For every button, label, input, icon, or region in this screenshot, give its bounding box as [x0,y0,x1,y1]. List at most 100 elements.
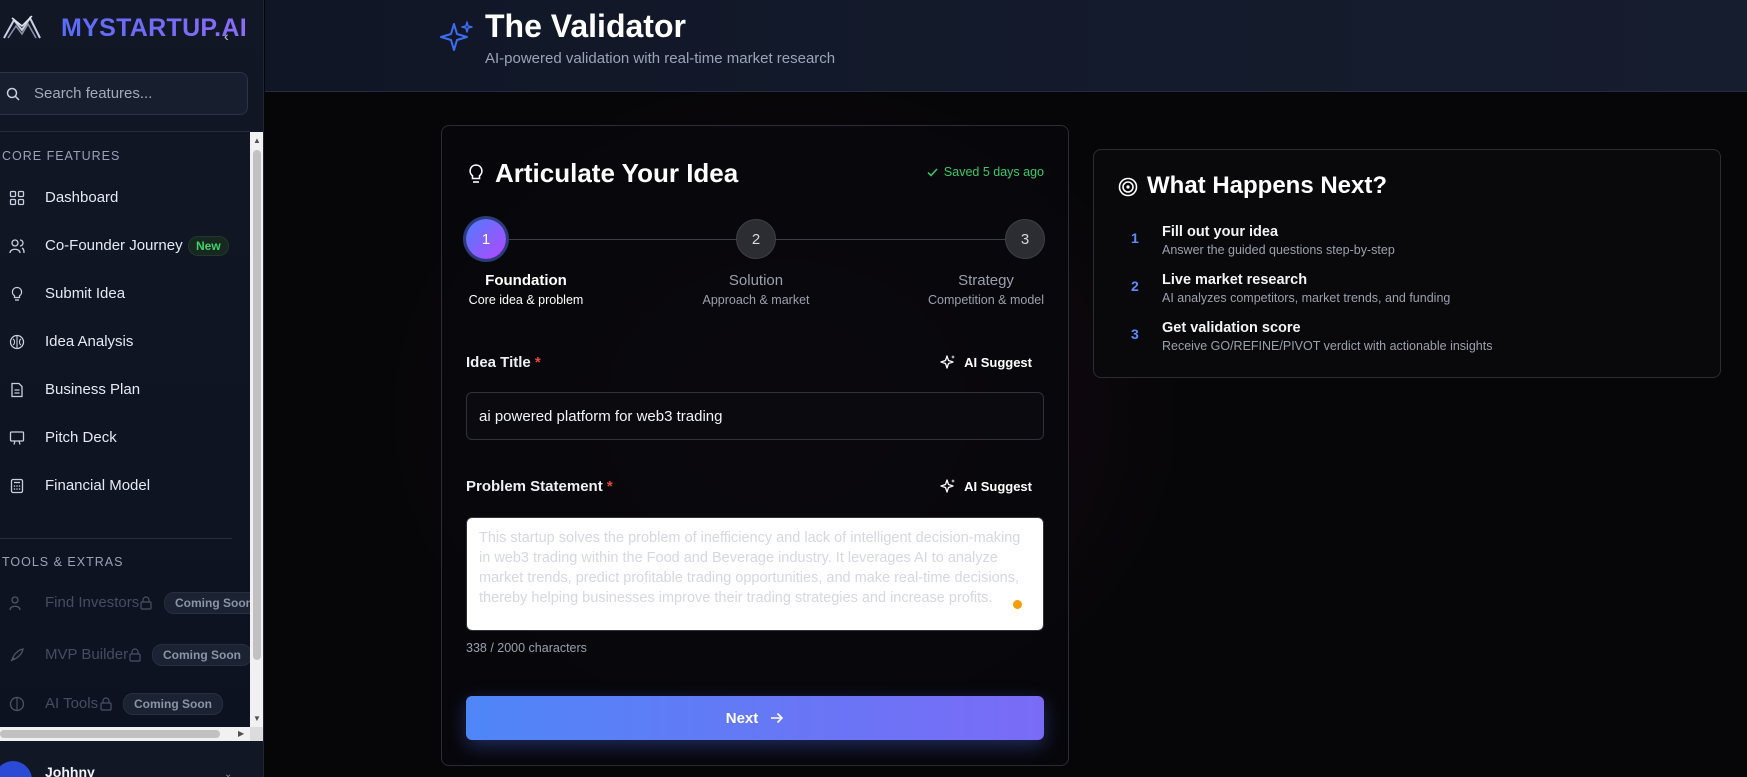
next-button-label: Next [725,709,759,727]
nav-scroll-area[interactable]: CORE FEATURES Dashboard Co-Founder Journ… [0,132,250,727]
next-button[interactable]: Next [466,696,1044,740]
step-1-desc: Core idea & problem [468,293,584,307]
required-mark: * [606,478,613,495]
lock-icon [129,648,141,662]
sidebar-item-cofounder-journey[interactable]: Co-Founder Journey New [0,226,245,266]
user-profile[interactable]: Johhny ⌄ [0,741,263,777]
search-input[interactable] [34,73,234,114]
step-3-name: Strategy [958,272,1014,289]
user-name: Johhny [45,764,95,777]
ai-suggest-problem-button[interactable]: AI Suggest [928,473,1044,499]
sidebar-item-business-plan[interactable]: Business Plan [0,370,245,410]
sidebar-item-label: Financial Model [45,477,151,494]
scrollbar-thumb[interactable] [0,730,220,738]
lock-icon [100,697,112,711]
scrollbar-corner [250,727,263,741]
sidebar-item-label: Business Plan [45,381,141,398]
sparkle-icon [440,21,473,51]
idea-form-card: Articulate Your Idea Saved 5 days ago 1 … [441,125,1069,766]
scroll-down-arrow-icon[interactable]: ▼ [253,714,261,723]
target-icon [1118,177,1138,197]
problem-statement-textarea[interactable]: This startup solves the problem of ineff… [466,517,1044,631]
idea-title-label: Idea Title * [466,354,541,371]
page-subtitle: AI-powered validation with real-time mar… [485,50,836,67]
next-step-desc: Receive GO/REFINE/PIVOT verdict with act… [1162,339,1493,353]
saved-status: Saved 5 days ago [927,165,1044,179]
ai-suggest-label: AI Suggest [964,478,1032,494]
step-3-desc: Competition & model [927,293,1045,307]
brain-icon [9,696,25,712]
grid-icon [9,190,25,206]
character-count: 338 / 2000 characters [466,641,587,655]
calculator-icon [10,478,24,494]
sidebar-item-dashboard[interactable]: Dashboard [0,178,245,218]
scroll-up-arrow-icon[interactable]: ▲ [253,136,261,145]
lightbulb-icon [11,286,23,301]
search-icon [6,87,20,101]
ai-suggest-title-button[interactable]: AI Suggest [928,349,1044,375]
sidebar-item-label: MVP Builder [45,646,129,663]
idea-title-label-text: Idea Title [466,354,531,371]
problem-statement-label: Problem Statement * [466,478,613,495]
sidebar-item-label: Submit Idea [45,285,126,302]
ai-suggest-label: AI Suggest [964,354,1032,370]
step-2-name: Solution [728,272,784,289]
next-step-desc: Answer the guided questions step-by-step [1162,243,1395,257]
step-2-circle[interactable]: 2 [736,219,776,259]
next-step-number: 3 [1131,326,1139,342]
coming-soon-badge: Coming Soon [164,592,250,614]
check-icon [927,167,938,177]
step-2-desc: Approach & market [702,293,810,307]
search-box[interactable] [0,72,248,115]
document-icon [11,382,23,398]
new-badge: New [188,236,229,256]
next-step-title: Get validation score [1162,320,1301,336]
horizontal-scrollbar[interactable]: ▶ [0,727,250,741]
brand[interactable]: MYSTARTUP.AI ‹ [0,8,250,48]
arrow-right-icon [771,712,784,724]
sidebar-item-find-investors[interactable]: Find Investors Coming Soon [0,583,250,623]
required-mark: * [534,354,541,371]
coming-soon-badge: Coming Soon [152,644,250,666]
divider [0,538,232,539]
sidebar-item-label: AI Tools [45,695,99,712]
scroll-right-arrow-icon[interactable]: ▶ [238,729,244,738]
coming-soon-badge: Coming Soon [123,693,223,715]
sidebar-item-ai-tools[interactable]: AI Tools Coming Soon [0,684,245,724]
sidebar-item-submit-idea[interactable]: Submit Idea [0,274,245,314]
lock-icon [140,596,152,610]
collapse-sidebar-icon[interactable]: ‹ [224,28,229,44]
next-step-number: 1 [1131,230,1139,246]
sidebar-item-label: Find Investors [45,594,140,611]
section-title-core: CORE FEATURES [2,149,121,163]
lightbulb-icon [469,164,483,183]
rocket-icon [10,648,24,662]
sparkle-icon [940,355,956,369]
logo-icon [3,15,41,39]
next-step-desc: AI analyzes competitors, market trends, … [1162,291,1451,305]
avatar [0,761,32,777]
page-title: The Validator [485,8,686,44]
sidebar-item-financial-model[interactable]: Financial Model [0,466,245,506]
next-step-number: 2 [1131,278,1139,294]
step-3-circle[interactable]: 3 [1005,219,1045,259]
sidebar-item-label: Pitch Deck [45,429,117,446]
sidebar: MYSTARTUP.AI ‹ CORE FEATURES Dashboard [0,0,264,777]
sidebar-item-label: Idea Analysis [45,333,134,350]
form-title: Articulate Your Idea [495,158,739,188]
vertical-scrollbar[interactable]: ▲ ▼ [250,132,263,727]
sparkle-icon [940,479,956,493]
grammar-check-dot[interactable] [1013,600,1022,609]
sidebar-item-mvp-builder[interactable]: MVP Builder Coming Soon [0,635,250,675]
sidebar-item-label: Co-Founder Journey [45,237,183,254]
problem-label-text: Problem Statement [466,478,603,495]
chevron-icon[interactable]: ⌄ [224,769,232,777]
saved-text: Saved 5 days ago [943,165,1044,179]
step-1-name: Foundation [485,272,567,289]
sidebar-item-idea-analysis[interactable]: Idea Analysis [0,322,245,362]
next-step-title: Fill out your idea [1162,224,1279,240]
scrollbar-thumb[interactable] [253,150,261,660]
step-1-circle[interactable]: 1 [466,219,506,259]
sidebar-item-pitch-deck[interactable]: Pitch Deck [0,418,245,458]
idea-title-input[interactable] [466,392,1044,440]
